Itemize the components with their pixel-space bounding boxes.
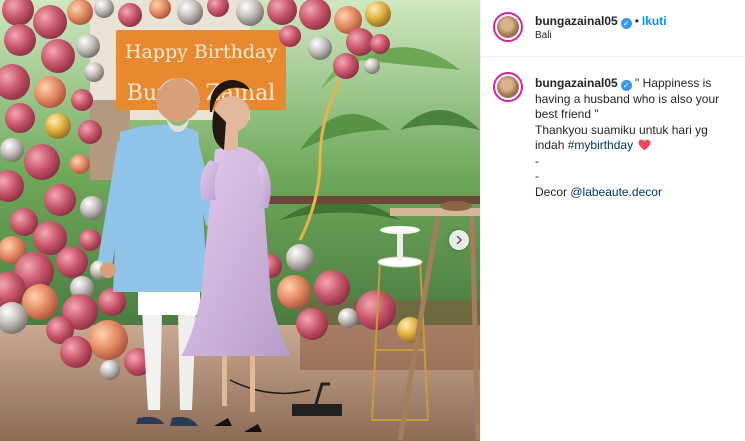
separator-dot: • — [634, 14, 639, 28]
caption-username[interactable]: bungazainal05 — [535, 76, 618, 90]
hashtag-link[interactable]: #mybirthday — [568, 138, 633, 152]
banner-line2: Bunga Zainal — [127, 81, 275, 106]
caption-verified-badge-icon: ✓ — [620, 80, 632, 91]
caption-author-avatar[interactable] — [493, 72, 523, 102]
post-photo[interactable]: Happy Birthday Bunga Zainal — [0, 0, 480, 441]
caption-decor-label: Decor — [535, 184, 568, 199]
verified-badge-icon: ✓ — [620, 18, 632, 29]
post-location[interactable]: Bali — [535, 30, 552, 41]
follow-button[interactable]: Ikuti — [642, 14, 667, 28]
caption-dash-1: - — [535, 153, 539, 168]
caption-dash-2: - — [535, 169, 539, 183]
photo-scene: Happy Birthday Bunga Zainal — [0, 0, 480, 441]
post-header: bungazainal05 ✓ • Ikuti Bali — [481, 0, 745, 57]
chevron-right-icon — [456, 235, 463, 245]
post-side-panel: bungazainal05 ✓ • Ikuti Bali bungazainal05 ✓… — [480, 0, 745, 441]
decor-mention-link[interactable]: @labeaute.decor — [570, 185, 662, 199]
post-caption: bungazainal05 ✓ " Happiness is having a h… — [535, 76, 735, 200]
banner-line1: Happy Birthday — [125, 41, 277, 63]
author-username[interactable]: bungazainal05 — [535, 14, 618, 28]
next-image-button[interactable] — [449, 230, 469, 250]
author-avatar[interactable] — [493, 12, 523, 42]
red-heart-icon — [638, 139, 651, 151]
